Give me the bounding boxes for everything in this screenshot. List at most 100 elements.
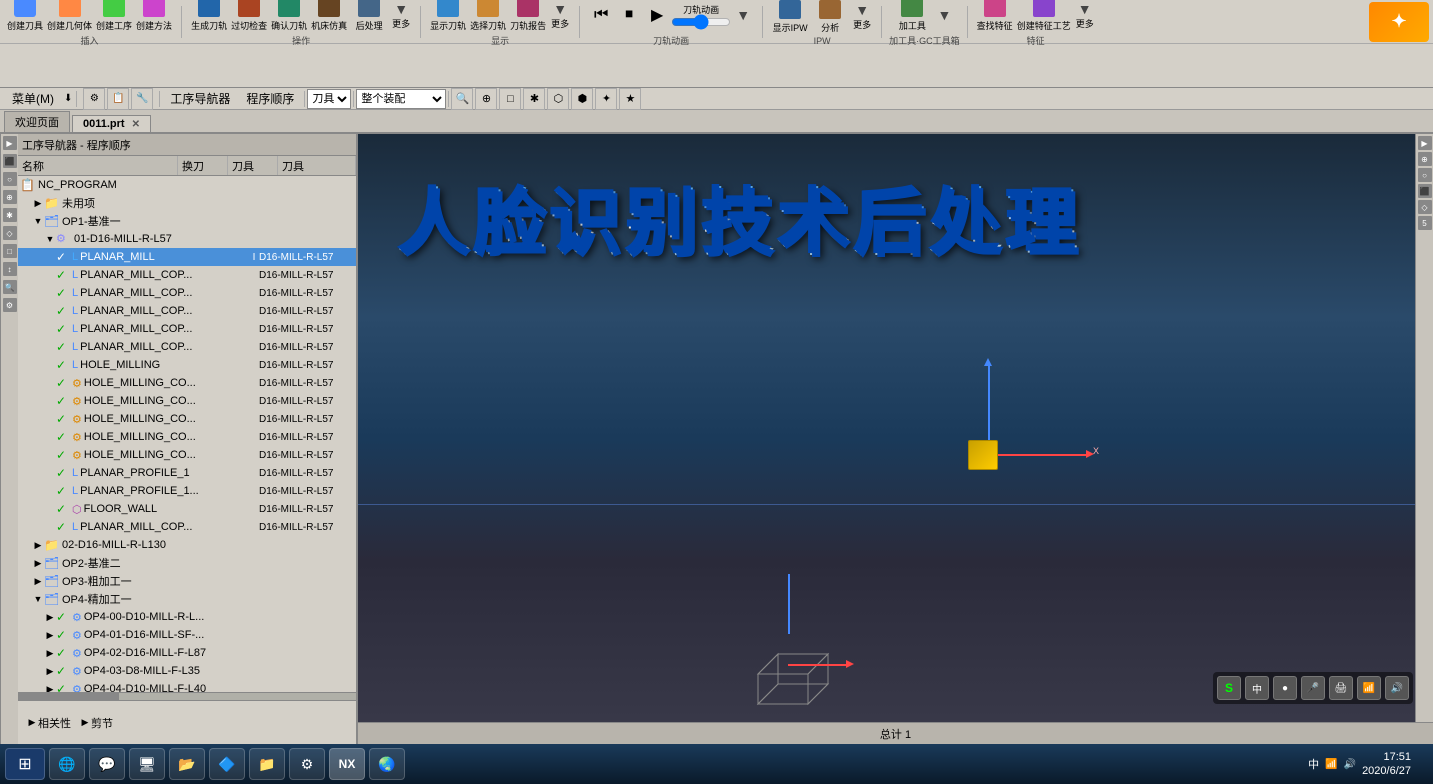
edge-icon-6[interactable]: ◇ xyxy=(3,226,17,240)
menu-item-file[interactable]: 菜单(M) xyxy=(4,88,62,109)
tool-dropdown[interactable]: 刀具 xyxy=(307,89,351,109)
op1-02-toggle[interactable]: ▶ xyxy=(32,539,44,551)
small-icon-3[interactable]: □ xyxy=(499,88,521,110)
menu-program-order[interactable]: 程序顺序 xyxy=(238,88,302,109)
edge-icon-1[interactable]: ▶ xyxy=(3,136,17,150)
relations-toggle[interactable]: ▶ xyxy=(26,717,38,729)
list-item[interactable]: ▶ ✓ ⚙ OP4-03-D8-MILL-F-L35 xyxy=(18,662,356,680)
sidebar-scrollbar[interactable] xyxy=(18,692,356,700)
taskbar-folder[interactable]: 📁 xyxy=(249,748,285,780)
list-item[interactable]: ✓ ⚙ HOLE_MILLING_CO... D16-MILL-R-L57 xyxy=(18,374,356,392)
taskbar-edge[interactable]: 🔷 xyxy=(209,748,245,780)
list-item[interactable]: ✓ L PLANAR_MILL_COP... D16-MILL-R-L57 xyxy=(18,284,356,302)
vp-icon-3[interactable]: ○ xyxy=(1418,168,1432,182)
float-btn-mic[interactable]: 🎤 xyxy=(1301,676,1325,700)
menu-navigator[interactable]: 工序导航器 xyxy=(162,88,238,109)
taskbar-start[interactable]: ⊞ xyxy=(5,748,45,780)
float-btn-lang[interactable]: 中 xyxy=(1245,676,1269,700)
tree-planar-mill[interactable]: ✓ L PLANAR_MILL I D16-MILL-R-L57 xyxy=(18,248,356,266)
list-item[interactable]: ✓ L PLANAR_PROFILE_1... D16-MILL-R-L57 xyxy=(18,482,356,500)
op1-toggle[interactable]: ▼ xyxy=(32,215,44,227)
taskbar-clock[interactable]: 17:51 2020/6/27 xyxy=(1362,750,1411,779)
edge-icon-2[interactable]: ⬛ xyxy=(3,154,17,168)
edge-icon-4[interactable]: ⊕ xyxy=(3,190,17,204)
show-ipw-button[interactable]: 显示IPW xyxy=(770,0,810,36)
taskbar-explorer[interactable]: 📂 xyxy=(169,748,205,780)
op3-toggle[interactable]: ▶ xyxy=(32,575,44,587)
float-btn-vol[interactable]: 🔊 xyxy=(1385,676,1409,700)
edge-icon-7[interactable]: □ xyxy=(3,244,17,258)
vp-icon-6[interactable]: 5 xyxy=(1418,216,1432,230)
more-button-4[interactable]: ▼ 更多 xyxy=(850,0,874,36)
list-item[interactable]: ✓ L PLANAR_MILL_COP... D16-MILL-R-L57 xyxy=(18,302,356,320)
vp-icon-5[interactable]: ◇ xyxy=(1418,200,1432,214)
op2-toggle[interactable]: ▶ xyxy=(32,557,44,569)
vp-icon-1[interactable]: ▶ xyxy=(1418,136,1432,150)
small-icon-8[interactable]: ★ xyxy=(619,88,641,110)
post-process-button[interactable]: 后处理 xyxy=(349,0,389,34)
edge-icon-10[interactable]: ⚙ xyxy=(3,298,17,312)
tree-op3[interactable]: ▶ 🗂 OP3-粗加工一 xyxy=(18,572,356,590)
vp-icon-4[interactable]: ⬛ xyxy=(1418,184,1432,198)
tree-op1[interactable]: ▼ 🗂 OP1-基准一 xyxy=(18,212,356,230)
small-icon-6[interactable]: ⬢ xyxy=(571,88,593,110)
taskbar-browser[interactable]: 🌏 xyxy=(369,748,405,780)
small-icon-7[interactable]: ✦ xyxy=(595,88,617,110)
play-button[interactable]: ▶ xyxy=(643,0,671,34)
gen-toolpath-button[interactable]: 生成刀轨 xyxy=(189,0,229,34)
bottom-item-clips[interactable]: ▶ 剪节 xyxy=(75,713,117,733)
show-toolpath-button[interactable]: 显示刀轨 xyxy=(428,0,468,34)
small-icon-5[interactable]: ⬡ xyxy=(547,88,569,110)
more-button-3[interactable]: ▼ xyxy=(731,0,755,34)
find-feature-button[interactable]: 查找特征 xyxy=(975,0,1015,34)
list-item[interactable]: ✓ L PLANAR_MILL_COP... D16-MILL-R-L57 xyxy=(18,338,356,356)
create-tool-button[interactable]: 创建刀具 xyxy=(5,0,45,34)
menu-icon-1[interactable]: ⚙ xyxy=(83,88,105,110)
create-op-button[interactable]: 创建工序 xyxy=(94,0,134,34)
vp-icon-2[interactable]: ⊕ xyxy=(1418,152,1432,166)
taskbar-cortana[interactable]: 💬 xyxy=(89,748,125,780)
list-item[interactable]: ▶ ✓ ⚙ OP4-02-D16-MILL-F-L87 xyxy=(18,644,356,662)
tab-welcome[interactable]: 欢迎页面 xyxy=(4,111,70,132)
edge-icon-8[interactable]: ↕ xyxy=(3,262,17,276)
gc-tool-button[interactable]: 加工具 xyxy=(892,0,932,34)
list-item[interactable]: ✓ L PLANAR_MILL_COP... D16-MILL-R-L57 xyxy=(18,518,356,536)
create-method-button[interactable]: 创建方法 xyxy=(134,0,174,34)
tree-unused[interactable]: ▶ 📁 未用项 xyxy=(18,194,356,212)
small-icon-4[interactable]: ✱ xyxy=(523,88,545,110)
list-item[interactable]: ✓ ⚙ HOLE_MILLING_CO... D16-MILL-R-L57 xyxy=(18,428,356,446)
clips-toggle[interactable]: ▶ xyxy=(79,717,91,729)
list-item[interactable]: ✓ ⚙ HOLE_MILLING_CO... D16-MILL-R-L57 xyxy=(18,410,356,428)
float-btn-print[interactable]: 🖨 xyxy=(1329,676,1353,700)
float-btn-s[interactable]: S xyxy=(1217,676,1241,700)
op4-toggle[interactable]: ▼ xyxy=(32,593,44,605)
taskbar-settings[interactable]: ⚙ xyxy=(289,748,325,780)
list-item[interactable]: ✓ L HOLE_MILLING D16-MILL-R-L57 xyxy=(18,356,356,374)
show-desktop-button[interactable] xyxy=(1417,746,1429,782)
tree-op4[interactable]: ▼ 🗂 OP4-精加工一 xyxy=(18,590,356,608)
menu-icon-2[interactable]: 📋 xyxy=(107,88,129,110)
tab-0011prt-close[interactable]: ✕ xyxy=(132,119,140,130)
list-item[interactable]: ▶ ✓ ⚙ OP4-00-D10-MILL-R-L... xyxy=(18,608,356,626)
item0-toggle[interactable]: ▼ xyxy=(44,233,56,245)
tree-item-0[interactable]: ▼ ⚙ 01-D16-MILL-R-L57 xyxy=(18,230,356,248)
edge-icon-3[interactable]: ○ xyxy=(3,172,17,186)
tree-op1-02[interactable]: ▶ 📁 02-D16-MILL-R-L130 xyxy=(18,536,356,554)
more-button-5[interactable]: ▼ xyxy=(932,0,956,34)
list-item[interactable]: ▶ ✓ ⚙ OP4-01-D16-MILL-SF-... xyxy=(18,626,356,644)
stop-button[interactable]: ⏹ xyxy=(615,0,643,34)
prev-step-button[interactable]: ⏮ xyxy=(587,0,615,34)
tree-op2[interactable]: ▶ 🗂 OP2-基准二 xyxy=(18,554,356,572)
edge-icon-9[interactable]: 🔍 xyxy=(3,280,17,294)
overcut-check-button[interactable]: 过切检查 xyxy=(229,0,269,34)
list-item[interactable]: ✓ L PLANAR_MILL_COP... D16-MILL-R-L57 xyxy=(18,320,356,338)
machine-sim-button[interactable]: 机床仿真 xyxy=(309,0,349,34)
list-item[interactable]: ✓ ⬡ FLOOR_WALL D16-MILL-R-L57 xyxy=(18,500,356,518)
create-geometry-button[interactable]: 创建几何体 xyxy=(45,0,94,34)
float-btn-wifi[interactable]: 📶 xyxy=(1357,676,1381,700)
bottom-item-relations[interactable]: ▶ 相关性 xyxy=(22,713,75,733)
analyze-button[interactable]: 分析 xyxy=(810,0,850,36)
toolpath-report-button[interactable]: 刀轨报告 xyxy=(508,0,548,34)
verify-toolpath-button[interactable]: 确认刀轨 xyxy=(269,0,309,34)
float-btn-dot[interactable]: ● xyxy=(1273,676,1297,700)
